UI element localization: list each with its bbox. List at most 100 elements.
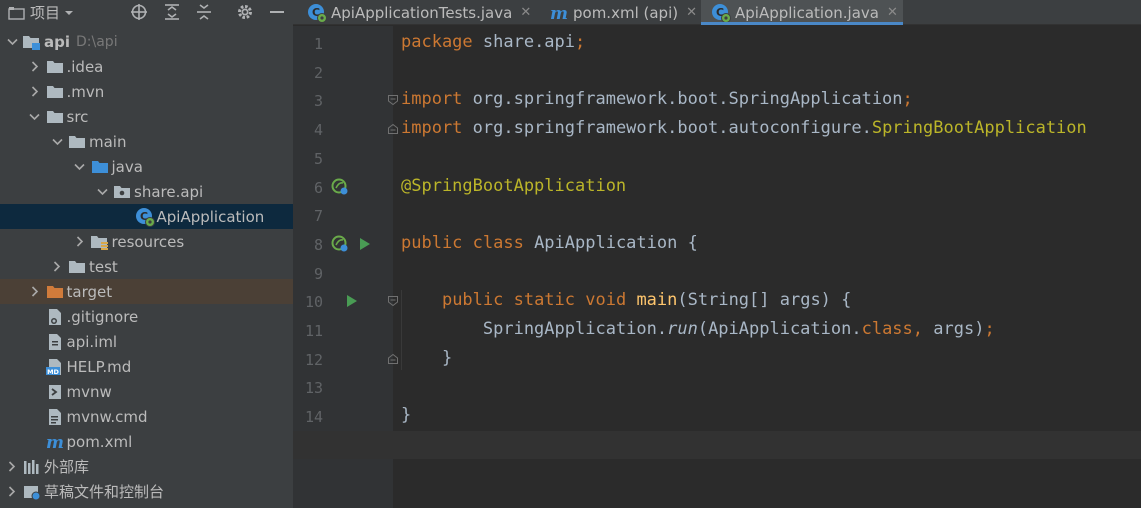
close-icon[interactable]: ✕	[686, 5, 697, 20]
scratch-icon	[22, 482, 42, 502]
line-number: 9	[313, 264, 323, 283]
tree-item-java[interactable]: java	[0, 154, 293, 179]
chevron-down-icon[interactable]	[6, 29, 18, 54]
line-number: 7	[313, 207, 323, 226]
fold-icon[interactable]	[384, 120, 402, 138]
tree-item-share-api[interactable]: share.api	[0, 179, 293, 204]
tree-item-api[interactable]: api D:\api	[0, 29, 293, 54]
tree-item-label: resources	[111, 232, 185, 251]
tree-item-help-md[interactable]: MD HELP.md	[0, 354, 293, 379]
editor-tab-apiapplicationtests-java[interactable]: C ApiApplicationTests.java ✕	[297, 0, 539, 25]
chevron-down-icon[interactable]	[51, 129, 63, 154]
resources-folder-icon	[90, 232, 110, 252]
folder-icon	[45, 57, 65, 77]
tree-item-resources[interactable]: resources	[0, 229, 293, 254]
code-line[interactable]: import org.springframework.boot.SpringAp…	[401, 89, 913, 109]
tree-item-src[interactable]: src	[0, 104, 293, 129]
code-line[interactable]: }	[401, 348, 452, 368]
editor-area: C ApiApplicationTests.java ✕ m pom.xml (api)…	[293, 0, 1141, 508]
tree-item-mvnw[interactable]: mvnw	[0, 379, 293, 404]
line-number: 14	[304, 408, 323, 427]
tree-item-label: mvnw	[66, 382, 112, 401]
code-line[interactable]: @SpringBootApplication	[401, 176, 626, 196]
settings-icon[interactable]	[233, 0, 257, 24]
code-line[interactable]: SpringApplication.run(ApiApplication.cla…	[401, 319, 995, 339]
run-icon[interactable]	[343, 292, 361, 310]
line-number: 1	[313, 35, 323, 53]
tree-item-idea[interactable]: .idea	[0, 54, 293, 79]
code-line[interactable]: public class ApiApplication {	[401, 233, 698, 253]
hide-icon[interactable]	[265, 0, 289, 24]
tree-item-[interactable]: 外部库	[0, 454, 293, 479]
project-view-selector[interactable]: 项目	[8, 2, 74, 23]
code-line[interactable]: }	[401, 405, 411, 425]
tree-item-label: HELP.md	[66, 357, 132, 376]
code-token: import	[401, 89, 463, 110]
tab-label: ApiApplicationTests.java	[331, 3, 513, 22]
tree-item-label: api.iml	[66, 332, 118, 351]
tree-item-mvn[interactable]: .mvn	[0, 79, 293, 104]
tree-item-target[interactable]: target	[0, 279, 293, 304]
fold-icon[interactable]	[384, 91, 402, 109]
tree-item-pom-xml[interactable]: m pom.xml	[0, 429, 293, 454]
code-token: import	[401, 118, 463, 139]
fold-icon[interactable]	[384, 292, 402, 310]
editor-tab-apiapplication-java[interactable]: C ApiApplication.java ✕	[701, 0, 903, 25]
code-token: @SpringBootApplication	[401, 175, 627, 196]
collapse-all-icon[interactable]	[192, 0, 216, 24]
code-token: package	[401, 32, 473, 52]
tree-item-test[interactable]: test	[0, 254, 293, 279]
chevron-down-icon[interactable]	[96, 179, 108, 204]
chevron-right-icon[interactable]	[6, 479, 18, 504]
spring-bean-icon[interactable]	[331, 178, 349, 196]
chevron-right-icon[interactable]	[51, 254, 63, 279]
locate-icon[interactable]	[127, 0, 151, 24]
code-token: }	[401, 347, 453, 368]
line-number: 8	[313, 235, 323, 254]
line-number: 13	[304, 379, 323, 398]
tree-item-[interactable]: 草稿文件和控制台	[0, 479, 293, 504]
code-line[interactable]: package share.api;	[401, 32, 585, 52]
package-icon	[112, 182, 132, 202]
code-token: (ApiApplication.	[697, 319, 862, 339]
code-token: main	[636, 290, 678, 311]
spring-bean-icon[interactable]	[331, 235, 349, 253]
chevron-down-icon[interactable]	[74, 154, 86, 179]
iml-file-icon	[45, 332, 65, 352]
chevron-right-icon[interactable]	[29, 54, 41, 79]
spring-class-icon: C	[711, 3, 731, 23]
tree-item-mvnw-cmd[interactable]: mvnw.cmd	[0, 404, 293, 429]
close-icon[interactable]: ✕	[887, 5, 898, 20]
code-line[interactable]: public static void main(String[] args) {	[401, 290, 851, 310]
close-icon[interactable]: ✕	[520, 5, 531, 20]
chevron-right-icon[interactable]	[29, 79, 41, 104]
excluded-folder-icon	[45, 282, 65, 302]
tree-item-label: .mvn	[66, 82, 105, 101]
tree-item-gitignore[interactable]: .gitignore	[0, 304, 293, 329]
code-token: ;	[575, 32, 586, 52]
line-number: 12	[304, 350, 323, 369]
code-line[interactable]: import org.springframework.boot.autoconf…	[401, 118, 1087, 138]
tree-item-main[interactable]: main	[0, 129, 293, 154]
tree-item-api-iml[interactable]: api.iml	[0, 329, 293, 354]
spring-class-icon: C	[307, 3, 327, 23]
tree-item-label: ApiApplication	[156, 207, 265, 226]
tree-item-apiapplication[interactable]: C ApiApplication	[0, 204, 293, 229]
chevron-right-icon[interactable]	[6, 454, 18, 479]
editor-tab-pom-xml-api[interactable]: m pom.xml (api) ✕	[539, 0, 701, 25]
chevron-right-icon[interactable]	[29, 279, 41, 304]
run-icon[interactable]	[356, 235, 374, 253]
line-number: 2	[313, 63, 323, 82]
module-path: D:\api	[76, 33, 118, 50]
tree-item-label: .idea	[66, 57, 104, 76]
expand-all-icon[interactable]	[160, 0, 184, 24]
code-token: SpringBootApplication	[871, 118, 1087, 139]
maven-file-icon: m	[45, 432, 65, 452]
chevron-right-icon[interactable]	[74, 229, 86, 254]
chevron-down-icon[interactable]	[29, 104, 41, 129]
fold-icon[interactable]	[384, 350, 402, 368]
source-folder-icon	[90, 157, 110, 177]
project-toolbar: 项目	[0, 0, 293, 24]
